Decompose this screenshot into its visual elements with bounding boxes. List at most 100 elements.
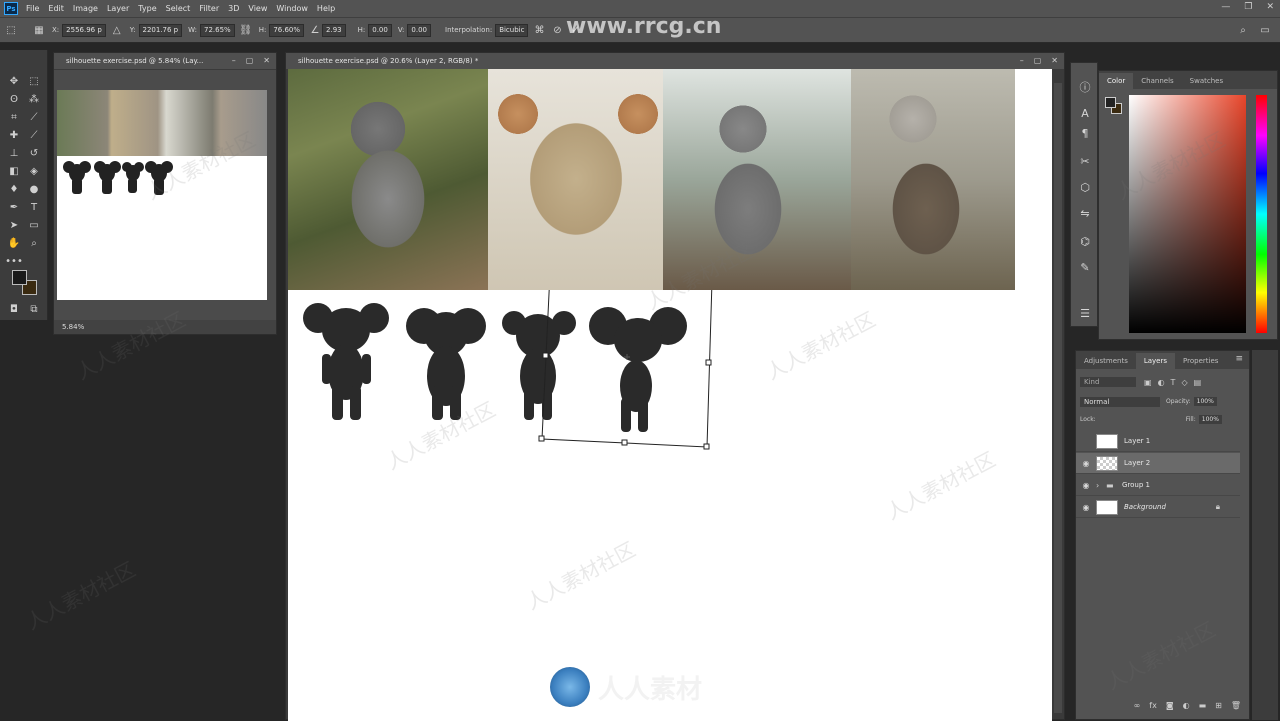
menu-type[interactable]: Type	[138, 4, 156, 13]
interpolation-select[interactable]: Bicubic	[495, 23, 529, 37]
screen-mode-icon[interactable]: ⧉	[26, 302, 42, 316]
eye-icon[interactable]: ◉	[1076, 481, 1096, 490]
menu-help[interactable]: Help	[317, 4, 335, 13]
blur-tool-icon[interactable]: ♦	[6, 182, 22, 196]
magic-wand-tool-icon[interactable]: ⁂	[26, 92, 42, 106]
filter-shape-icon[interactable]: ◇	[1181, 378, 1187, 387]
tab-color[interactable]: Color	[1099, 73, 1134, 89]
h-field[interactable]: 76.60%	[269, 23, 305, 37]
small-document-window[interactable]: silhouette exercise.psd @ 5.84% (Lay... …	[53, 52, 277, 335]
crop-tool-icon[interactable]: ⌗	[6, 110, 22, 124]
layer-row-group-1[interactable]: ◉ › ▬ Group 1	[1076, 475, 1240, 496]
tab-layers[interactable]: Layers	[1135, 353, 1176, 369]
restore-button[interactable]: ❐	[1244, 2, 1252, 12]
y-field[interactable]: 2201.76 p	[138, 23, 183, 37]
eyedropper-tool-icon[interactable]: ⟋	[26, 110, 42, 124]
clone-source-icon[interactable]: ⇋	[1077, 205, 1093, 221]
layer-filter-kind[interactable]: Kind	[1080, 377, 1136, 387]
small-document-titlebar[interactable]: silhouette exercise.psd @ 5.84% (Lay... …	[54, 53, 276, 70]
small-close-icon[interactable]: ✕	[263, 56, 270, 65]
layer-row-background[interactable]: ◉ Background 🔒︎	[1076, 497, 1240, 518]
paths-icon[interactable]: ⌬	[1077, 233, 1093, 249]
adjustment-layer-icon[interactable]: ◐	[1183, 701, 1190, 715]
search-icon[interactable]: ⌕	[1236, 23, 1250, 37]
filter-pixel-icon[interactable]: ▣	[1144, 378, 1152, 387]
layer-row-layer-1[interactable]: Layer 1	[1076, 431, 1240, 452]
tab-adjustments[interactable]: Adjustments	[1076, 353, 1136, 369]
brush-settings-icon[interactable]: ✎	[1077, 259, 1093, 275]
healing-tool-icon[interactable]: ✚	[6, 128, 22, 142]
filter-smart-icon[interactable]: ▤	[1194, 378, 1202, 387]
new-layer-icon[interactable]: ⊞	[1215, 701, 1222, 715]
main-maximize-icon[interactable]: ▢	[1034, 56, 1042, 65]
pen-tool-icon[interactable]: ✒	[6, 200, 22, 214]
main-canvas[interactable]	[288, 69, 1052, 721]
cancel-transform-icon[interactable]: ⊘	[550, 23, 564, 37]
small-minimize-icon[interactable]: –	[232, 56, 236, 65]
type-tool-icon[interactable]: T	[26, 200, 42, 214]
more-tools-icon[interactable]: •••	[5, 254, 23, 268]
menu-image[interactable]: Image	[73, 4, 98, 13]
hand-tool-icon[interactable]: ✋	[6, 236, 22, 250]
tab-channels[interactable]: Channels	[1133, 73, 1181, 89]
angle-field[interactable]: 2.93	[322, 23, 346, 37]
transform-tool-icon[interactable]: ⬚	[4, 23, 18, 37]
tool-presets-icon[interactable]: ✂	[1077, 153, 1093, 169]
main-vertical-scrollbar[interactable]	[1054, 83, 1062, 713]
eraser-tool-icon[interactable]: ◧	[6, 164, 22, 178]
character-icon[interactable]: A	[1077, 105, 1093, 121]
small-canvas[interactable]	[57, 90, 267, 300]
stamp-tool-icon[interactable]: ⊥	[6, 146, 22, 160]
x-field[interactable]: 2556.96 p	[62, 23, 106, 37]
reference-point-icon[interactable]: ▦	[32, 23, 46, 37]
vskew-field[interactable]: 0.00	[407, 23, 432, 37]
paint-bucket-tool-icon[interactable]: ◈	[26, 164, 42, 178]
blend-mode-select[interactable]: Normal	[1080, 396, 1160, 407]
dodge-tool-icon[interactable]: ●	[26, 182, 42, 196]
menu-window[interactable]: Window	[276, 4, 308, 13]
path-selection-tool-icon[interactable]: ➤	[6, 218, 22, 232]
menu-layer[interactable]: Layer	[107, 4, 129, 13]
menu-select[interactable]: Select	[166, 4, 191, 13]
main-minimize-icon[interactable]: –	[1020, 56, 1024, 65]
info-icon[interactable]: ⓘ	[1077, 79, 1093, 95]
main-document-window[interactable]: silhouette exercise.psd @ 20.6% (Layer 2…	[285, 52, 1065, 721]
color-fg-swatch[interactable]	[1105, 97, 1116, 108]
close-button[interactable]: ✕	[1266, 2, 1274, 12]
filter-type-icon[interactable]: T	[1171, 378, 1176, 387]
tab-swatches[interactable]: Swatches	[1182, 73, 1231, 89]
eye-icon[interactable]: ◉	[1076, 459, 1096, 468]
workspace-icon[interactable]: ▭	[1258, 23, 1272, 37]
brush-tool-icon[interactable]: ⟋	[26, 128, 42, 142]
delta-icon[interactable]: △	[110, 23, 124, 37]
add-mask-icon[interactable]: ◙	[1166, 701, 1174, 715]
warp-icon[interactable]: ⌘	[532, 23, 546, 37]
fill-field[interactable]: 100%	[1198, 415, 1222, 424]
menu-edit[interactable]: Edit	[48, 4, 64, 13]
properties-icon[interactable]: ☰	[1077, 305, 1093, 321]
menu-filter[interactable]: Filter	[199, 4, 219, 13]
minimize-button[interactable]: —	[1221, 2, 1230, 12]
filter-adjust-icon[interactable]: ◐	[1158, 378, 1165, 387]
foreground-color-swatch[interactable]	[12, 270, 27, 285]
layer-row-layer-2[interactable]: ◉ Layer 2	[1076, 453, 1240, 474]
delete-layer-icon[interactable]: 🗑︎	[1231, 701, 1241, 715]
link-icon[interactable]: ⛓	[239, 23, 253, 37]
history-brush-tool-icon[interactable]: ↺	[26, 146, 42, 160]
w-field[interactable]: 72.65%	[200, 23, 235, 37]
quick-mask-icon[interactable]: ◘	[6, 302, 22, 316]
link-layers-icon[interactable]: ∞	[1134, 701, 1141, 715]
small-maximize-icon[interactable]: ▢	[246, 56, 254, 65]
marquee-tool-icon[interactable]: ⬚	[26, 74, 42, 88]
new-group-icon[interactable]: ▬	[1199, 701, 1207, 715]
move-tool-icon[interactable]: ✥	[6, 74, 22, 88]
menu-3d[interactable]: 3D	[228, 4, 239, 13]
main-close-icon[interactable]: ✕	[1051, 56, 1058, 65]
tab-properties[interactable]: Properties	[1175, 353, 1226, 369]
opacity-field[interactable]: 100%	[1193, 397, 1217, 406]
fx-icon[interactable]: fx	[1149, 701, 1157, 715]
paragraph-icon[interactable]: ¶	[1077, 125, 1093, 141]
zoom-tool-icon[interactable]: ⌕	[26, 236, 42, 250]
chevron-right-icon[interactable]: ›	[1096, 481, 1106, 490]
3d-icon[interactable]: ⬡	[1077, 179, 1093, 195]
